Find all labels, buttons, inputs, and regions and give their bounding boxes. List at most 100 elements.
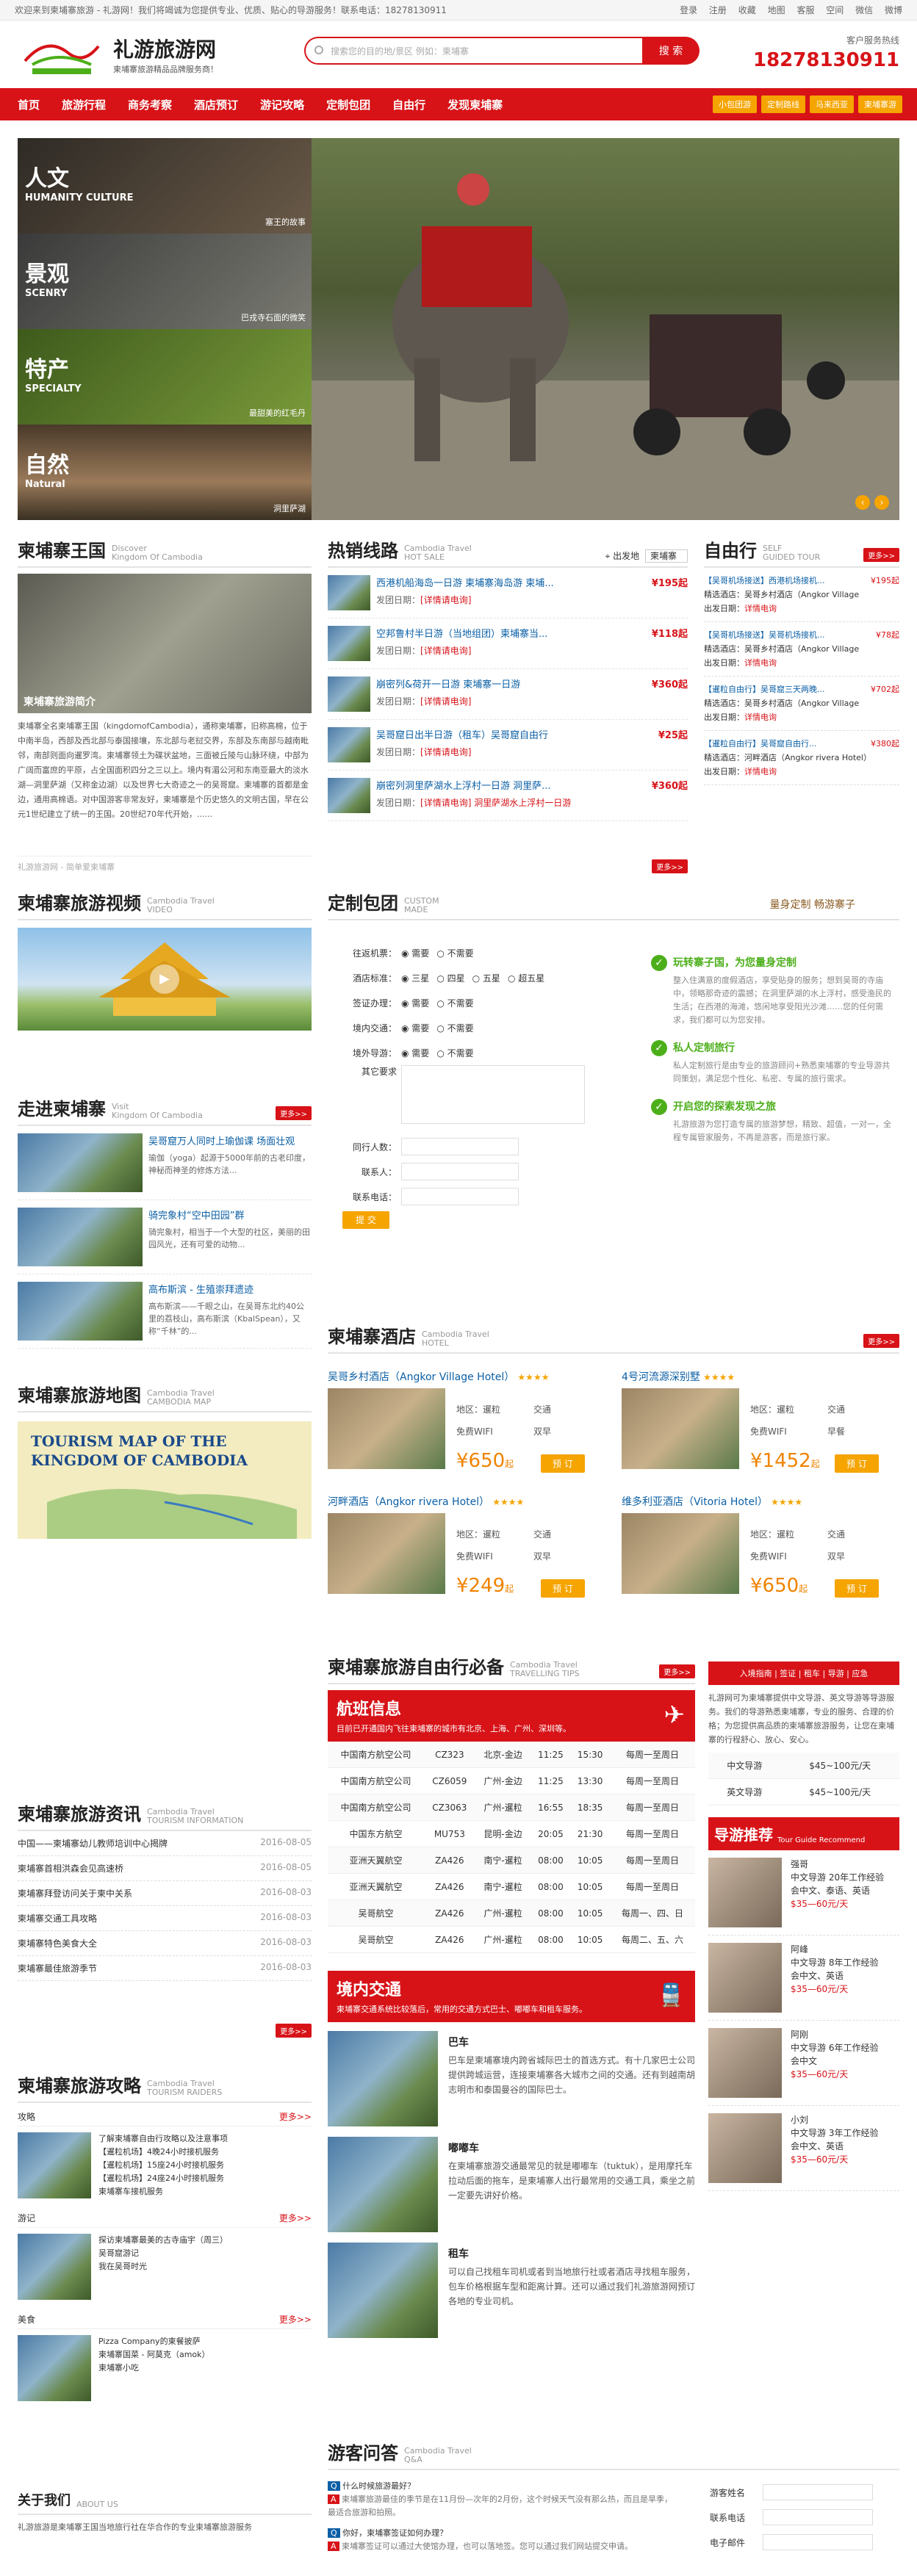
news-item[interactable]: 中国——柬埔寨幼儿教师培训中心揭牌 2016-08-05 <box>18 1831 312 1856</box>
raiders-item[interactable]: 我在吴哥时光 <box>98 2260 228 2273</box>
radio-option[interactable]: ◉ 需要 <box>401 1047 429 1059</box>
raiders-more-link[interactable]: 更多>> <box>279 2313 312 2326</box>
free-tour-name[interactable]: 【暹粒自由行】吴哥窟自由行... <box>704 737 817 751</box>
tour-name[interactable]: 吴哥窟日出半日游（租车）吴哥窟自由行 <box>376 727 650 741</box>
banner-cell-scenery[interactable]: 景观 SCENRY 巴戎寺石面的微笑 <box>18 234 312 329</box>
banner-cell-culture[interactable]: 人文 HUMANITY CULTURE 塞王的故事 <box>18 138 312 234</box>
nav-tours[interactable]: 旅游行程 <box>62 97 106 112</box>
contact-input[interactable] <box>401 1163 519 1180</box>
guide-name[interactable]: 强哥 <box>791 1858 884 1871</box>
raiders-item[interactable]: 吴哥窟游记 <box>98 2247 228 2260</box>
radio-option[interactable]: ◉ 需要 <box>401 997 429 1009</box>
favorite-link[interactable]: 收藏 <box>738 5 756 15</box>
hotel-card[interactable]: 吴哥乡村酒店（Angkor Village Hotel） ★★★★ 地区：暹粒 交通… <box>328 1369 622 1487</box>
register-link[interactable]: 注册 <box>709 5 727 15</box>
nav-custom[interactable]: 定制包团 <box>326 97 370 112</box>
hotel-card[interactable]: 河畔酒店（Angkor rivera Hotel） ★★★★ 地区：暹粒 交通免费W… <box>328 1494 622 1612</box>
search-button[interactable]: 搜 索 <box>642 37 700 65</box>
news-item[interactable]: 柬埔寨最佳旅游季节 2016-08-03 <box>18 1956 312 1981</box>
radio-option[interactable]: ○ 超五星 <box>508 972 544 984</box>
qa-question[interactable]: 你好，柬埔寨签证如何办理？ <box>342 2528 447 2538</box>
banner-prev-arrow[interactable]: ‹ <box>855 495 870 510</box>
visit-item[interactable]: 骑完象村“空中田园”群 骑完象村，相当于一个大型的社区，美丽的田园风光，还有可爱的… <box>18 1200 312 1274</box>
guide-item[interactable]: 小刘 中文导游 3年工作经验 会中文、英语 $35—60元/天 <box>708 2106 899 2191</box>
radio-option[interactable]: ○ 不需要 <box>436 1022 473 1034</box>
banner-main-image[interactable]: ‹ › <box>312 138 899 520</box>
site-logo[interactable]: 礼游旅游网 柬埔寨旅游精品品牌服务商！ <box>18 32 290 77</box>
guide-item[interactable]: 阿刚 中文导游 6年工作经验 会中文 $35—60元/天 <box>708 2021 899 2106</box>
hot-sale-item[interactable]: 吴哥窟日出半日游（租车）吴哥窟自由行 发团日期：[详情请电询] ¥25起 <box>328 720 688 771</box>
guide-name[interactable]: 阿刚 <box>791 2028 878 2041</box>
free-tour-name[interactable]: 【暹粒自由行】吴哥窟三天两晚... <box>704 682 825 696</box>
free-tour-name[interactable]: 【吴哥机场接送】吴哥机场接机... <box>704 628 825 642</box>
book-button[interactable]: 预 订 <box>541 1579 585 1598</box>
hotel-name[interactable]: 维多利亚酒店（Vitoria Hotel） <box>622 1496 768 1508</box>
other-textarea[interactable] <box>401 1065 585 1124</box>
map-image[interactable]: TOURISM MAP OF THE KINGDOM OF CAMBODIA <box>18 1421 312 1539</box>
radio-option[interactable]: ◉ 需要 <box>401 947 429 959</box>
news-title[interactable]: 柬埔寨特色美食大全 <box>18 1937 97 1949</box>
search-input[interactable]: 搜索您的目的地/景区 例如：柬埔寨 <box>304 37 642 65</box>
hot-sale-item[interactable]: 崩密列&荷开一日游 柬埔寨一日游 发团日期：[详情请电询] ¥360起 <box>328 669 688 720</box>
banner-cell-natural[interactable]: 自然 Natural 洞里萨湖 <box>18 425 312 520</box>
free-tour-item[interactable]: 【暹粒自由行】吴哥窟自由行... ¥380起 精选酒店：河畔酒店（Angkor ri… <box>704 731 899 785</box>
service-link[interactable]: 客服 <box>796 5 814 15</box>
raiders-item[interactable]: 【暹粒机场】4晚24小时接机服务 <box>98 2146 228 2159</box>
hot-sale-item[interactable]: 崩密列洞里萨湖水上浮村一日游 洞里萨... 发团日期：[详情请电询] 洞里萨湖水上… <box>328 771 688 821</box>
raiders-more-link[interactable]: 更多>> <box>279 2212 312 2224</box>
tour-name[interactable]: 空邦鲁村半日游（当地组团）柬埔寨当... <box>376 626 650 640</box>
video-player[interactable]: ▶ <box>18 928 312 1031</box>
raiders-more-link[interactable]: 更多>> <box>279 2110 312 2123</box>
free-tour-item[interactable]: 【吴哥机场接送】吴哥机场接机... ¥78起 精选酒店：吴哥乡村酒店（Angkor … <box>704 622 899 677</box>
hotel-name[interactable]: 4号河流源深别墅 <box>622 1371 700 1383</box>
qa-item[interactable]: Q 什么时候旅游最好？ A 柬埔寨旅游最佳的季节是在11月份—次年的2月份，这个时… <box>328 2480 673 2519</box>
tour-name[interactable]: 崩密列&荷开一日游 柬埔寨一日游 <box>376 677 650 690</box>
radio-option[interactable]: ◉ 三星 <box>401 972 429 984</box>
raiders-item[interactable]: 了解柬埔寨自由行攻略以及注意事项 <box>98 2132 228 2146</box>
tour-name[interactable]: 崩密列洞里萨湖水上浮村一日游 洞里萨... <box>376 778 650 792</box>
nav-tag[interactable]: 小包团游 <box>713 95 757 113</box>
play-icon[interactable]: ▶ <box>150 964 179 994</box>
free-tour-item[interactable]: 【暹粒自由行】吴哥窟三天两晚... ¥702起 精选酒店：吴哥乡村酒店（Angkor… <box>704 677 899 731</box>
guide-item[interactable]: 阿峰 中文导游 8年工作经验 会中文、英语 $35—60元/天 <box>708 1935 899 2021</box>
nav-discover[interactable]: 发现柬埔寨 <box>447 97 503 112</box>
visit-item[interactable]: 吴哥窟万人同时上瑜伽课 场面壮观 瑜伽（yoga）起源于5000年前的古老印度，神… <box>18 1126 312 1200</box>
hotel-name[interactable]: 河畔酒店（Angkor rivera Hotel） <box>328 1496 489 1508</box>
free-tour-more-button[interactable]: 更多>> <box>863 548 899 562</box>
phone-input[interactable] <box>401 1188 519 1205</box>
banner-cell-specialty[interactable]: 特产 SPECIALTY 最甜美的红毛丹 <box>18 329 312 425</box>
hot-sale-item[interactable]: 空邦鲁村半日游（当地组团）柬埔寨当... 发团日期：[详情请电询] ¥118起 <box>328 618 688 669</box>
raiders-item[interactable]: Pizza Company的柬餐披萨 <box>98 2335 210 2348</box>
radio-option[interactable]: ○ 五星 <box>472 972 500 984</box>
email-input[interactable] <box>763 2534 873 2550</box>
guide-item[interactable]: 强哥 中文导游 20年工作经验 会中文、泰语、英语 $35—60元/天 <box>708 1850 899 1935</box>
news-item[interactable]: 柬埔寨交通工具攻略 2016-08-03 <box>18 1906 312 1931</box>
qa-question[interactable]: 什么时候旅游最好？ <box>342 2481 415 2491</box>
radio-option[interactable]: ○ 不需要 <box>436 997 473 1009</box>
people-input[interactable] <box>401 1138 519 1155</box>
news-title[interactable]: 柬埔寨最佳旅游季节 <box>18 1962 97 1974</box>
visit-title[interactable]: 高布斯滨 - 生殖崇拜遗迹 <box>148 1282 312 1296</box>
radio-option[interactable]: ◉ 需要 <box>401 1022 429 1034</box>
news-more-button[interactable]: 更多>> <box>276 2024 312 2038</box>
raiders-item[interactable]: 【暹粒机场】24座24小时接机服务 <box>98 2172 228 2185</box>
hot-sale-more-button[interactable]: 更多>> <box>652 859 688 873</box>
raiders-item[interactable]: 柬埔寨车接机服务 <box>98 2185 228 2198</box>
news-item[interactable]: 柬埔寨拜登访问关于柬中关系 2016-08-03 <box>18 1881 312 1906</box>
visit-more-button[interactable]: 更多>> <box>276 1106 312 1120</box>
login-link[interactable]: 登录 <box>680 5 697 15</box>
tour-name[interactable]: 西港机船海岛一日游 柬埔寨海岛游 柬埔... <box>376 575 650 589</box>
space-link[interactable]: 空间 <box>826 5 844 15</box>
book-button[interactable]: 预 订 <box>835 1454 879 1473</box>
hotel-name[interactable]: 吴哥乡村酒店（Angkor Village Hotel） <box>328 1371 514 1383</box>
book-button[interactable]: 预 订 <box>541 1454 585 1473</box>
hotel-more-button[interactable]: 更多>> <box>863 1334 899 1348</box>
nav-home[interactable]: 首页 <box>18 97 40 112</box>
nav-tag[interactable]: 马来西亚 <box>810 95 854 113</box>
visit-title[interactable]: 吴哥窟万人同时上瑜伽课 场面壮观 <box>148 1133 312 1147</box>
hotel-card[interactable]: 维多利亚酒店（Vitoria Hotel） ★★★★ 地区：暹粒 交通免费WIFI 双… <box>622 1494 916 1612</box>
nav-tag[interactable]: 柬埔寨游 <box>858 95 902 113</box>
qa-item[interactable]: Q 你好，柬埔寨签证如何办理？ A 柬埔寨签证可以通过大使馆办理，也可以落地签。您… <box>328 2527 673 2553</box>
raiders-item[interactable]: 柬埔寨小吃 <box>98 2362 210 2375</box>
raiders-item[interactable]: 【暹粒机场】15座24小时接机服务 <box>98 2159 228 2172</box>
